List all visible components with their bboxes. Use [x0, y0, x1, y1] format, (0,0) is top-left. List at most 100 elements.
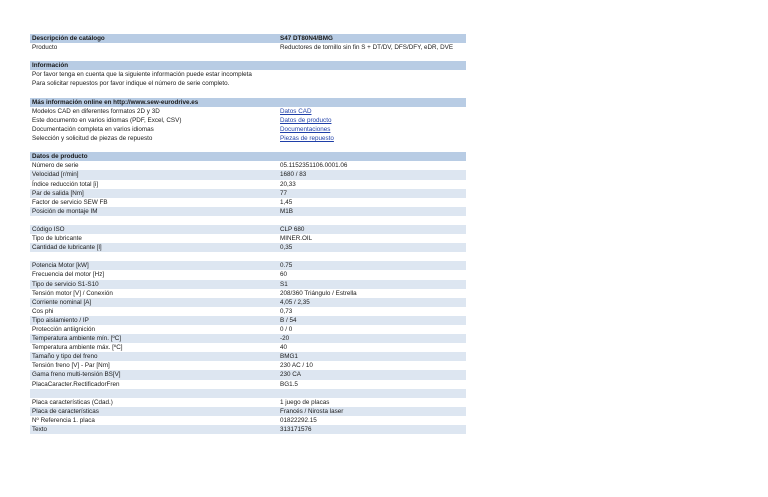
product-data-sheet: Descripción de catálogo S47 DT80N4/BMG P…	[30, 34, 466, 435]
row-value: 313171576	[280, 426, 312, 434]
row-value: 20,33	[280, 180, 296, 188]
row-label: Potencia Motor [kW]	[32, 262, 89, 270]
table-row: Protección antiignición 0 / 0	[30, 325, 466, 334]
row-label: Factor de servicio SEW FB	[32, 198, 108, 206]
table-row: Tensión motor [V] / Conexión 208/360 Tri…	[30, 289, 466, 298]
table-row: PlacaCaracter.RectificadorFren BG1.5	[30, 380, 466, 389]
table-row: Tipo de lubricante MINER.OIL	[30, 234, 466, 243]
product-value: Reductores de tornillo sin fin S + DT/DV…	[280, 44, 454, 52]
info-section: Información Por favor tenga en cuenta qu…	[30, 61, 466, 88]
row-label: Temperatura ambiente mín. [ºC]	[32, 335, 122, 343]
table-row: Tamaño y tipo del freno BMG1	[30, 352, 466, 362]
table-row: Temperatura ambiente máx. [ºC] 40	[30, 343, 466, 352]
row-label: Temperatura ambiente máx. [ºC]	[32, 344, 123, 352]
info-line-1: Por favor tenga en cuenta que la siguien…	[32, 71, 252, 79]
row-label: Nº Referencia 1. placa	[32, 416, 95, 424]
row-value: M1B	[280, 207, 293, 215]
product-data-title: Datos de producto	[32, 153, 88, 161]
row-value: BMG1	[280, 353, 298, 361]
row-label: Cantidad de lubricante [l]	[32, 244, 102, 252]
table-row: Gama freno multi-tensión BS[V] 230 CA	[30, 370, 466, 380]
spare-parts-link[interactable]: Piezas de repuesto	[280, 135, 334, 142]
row-label: Protección antiignición	[32, 326, 96, 333]
row-label: Corriente nominal [A]	[32, 298, 92, 306]
row-value: 0 / 0	[280, 326, 293, 333]
catalog-header-label: Descripción de catálogo	[32, 35, 105, 42]
table-row: Tipo aislamiento / IP B / 54	[30, 315, 466, 325]
row-label: Tipo aislamiento / IP	[32, 316, 89, 324]
table-row: Factor de servicio SEW FB 1,45	[30, 198, 466, 207]
table-row: Corriente nominal [A] 4,05 / 2,35	[30, 297, 466, 307]
product-row: Producto Reductores de tornillo sin fin …	[30, 43, 466, 52]
online-row-docs: Documentación completa en varios idiomas…	[30, 125, 466, 134]
row-label: Cos phi	[32, 307, 54, 315]
table-row: Cantidad de lubricante [l] 0,35	[30, 243, 466, 253]
row-value: BG1.5	[280, 380, 298, 388]
documentation-link[interactable]: Documentaciones	[280, 126, 330, 133]
table-row: Posición de montaje IM M1B	[30, 206, 466, 216]
info-line-2: Para solicitar repuestos por favor indiq…	[32, 80, 230, 88]
product-label: Producto	[32, 44, 58, 52]
row-value: Francés / Nirosta laser	[280, 407, 344, 415]
row-label: Gama freno multi-tensión BS[V]	[32, 371, 121, 379]
online-row-cad: Modelos CAD en diferentes formatos 2D y …	[30, 107, 466, 116]
online-title: Más información online en http://www.sew…	[32, 98, 199, 106]
row-value: 60	[280, 271, 288, 279]
online-label: Este documento en varios idiomas (PDF, E…	[32, 116, 182, 124]
table-row: Par de salida [Nm] 77	[30, 188, 466, 198]
row-value: 1680 / 83	[280, 171, 307, 179]
row-value: S1	[280, 280, 288, 288]
row-value: 05.1152351106.0001.06	[280, 162, 348, 170]
spacer	[30, 388, 466, 398]
info-line: Para solicitar repuestos por favor indiq…	[30, 79, 466, 88]
table-row: Texto 313171576	[30, 425, 466, 435]
table-row: Índice reducción total [i] 20,33	[30, 180, 466, 189]
row-value: 77	[280, 189, 288, 197]
row-label: Velocidad [r/min]	[32, 171, 79, 179]
online-label: Documentación completa en varios idiomas	[32, 125, 154, 133]
table-row: Placa de características Francés / Niros…	[30, 406, 466, 416]
row-value: 01822292.15	[280, 416, 317, 424]
row-label: Par de salida [Nm]	[32, 189, 84, 197]
table-row: Potencia Motor [kW] 0.75	[30, 261, 466, 271]
product-data-section: Datos de producto Número de serie 05.115…	[30, 152, 466, 435]
catalog-section: Descripción de catálogo S47 DT80N4/BMG P…	[30, 34, 466, 52]
online-label: Selección y solicitud de piezas de repue…	[32, 135, 153, 143]
row-value: -20	[280, 335, 290, 343]
cad-data-link[interactable]: Datos CAD	[280, 108, 312, 115]
row-label: PlacaCaracter.RectificadorFren	[32, 380, 120, 388]
table-row: Tensión freno [V] - Par [Nm] 230 AC / 10	[30, 361, 466, 370]
row-value: 0,73	[280, 307, 293, 315]
row-value: MINER.OIL	[280, 235, 313, 243]
row-label: Tensión motor [V] / Conexión	[32, 289, 113, 297]
product-data-link[interactable]: Datos de producto	[280, 117, 331, 124]
table-row: Código ISO CLP 680	[30, 224, 466, 235]
row-value: B / 54	[280, 316, 297, 324]
row-label: Texto	[32, 426, 48, 434]
row-value: 208/360 Triángulo / Estrella	[280, 289, 357, 297]
online-header-row: Más información online en http://www.sew…	[30, 97, 466, 107]
row-label: Frecuencia del motor [Hz]	[32, 271, 105, 279]
row-label: Código ISO	[32, 225, 65, 233]
online-label: Modelos CAD en diferentes formatos 2D y …	[32, 107, 160, 115]
row-label: Tipo de servicio S1-S10	[32, 280, 99, 288]
online-row-parts: Selección y solicitud de piezas de repue…	[30, 134, 466, 143]
info-title: Información	[32, 62, 69, 70]
table-row: Temperatura ambiente mín. [ºC] -20	[30, 334, 466, 344]
row-value: 0.75	[280, 262, 293, 270]
table-row: Placa características (Cdad.) 1 juego de…	[30, 398, 466, 407]
table-row: Nº Referencia 1. placa 01822292.15	[30, 416, 466, 425]
table-row: Cos phi 0,73	[30, 307, 466, 316]
product-data-header-row: Datos de producto	[30, 152, 466, 162]
row-value: 230 CA	[280, 371, 302, 379]
row-value: 230 AC / 10	[280, 362, 313, 370]
table-row: Tipo de servicio S1-S10 S1	[30, 279, 466, 289]
table-row: Frecuencia del motor [Hz] 60	[30, 270, 466, 279]
table-row: Velocidad [r/min] 1680 / 83	[30, 170, 466, 180]
row-label: Número de serie	[32, 162, 79, 170]
